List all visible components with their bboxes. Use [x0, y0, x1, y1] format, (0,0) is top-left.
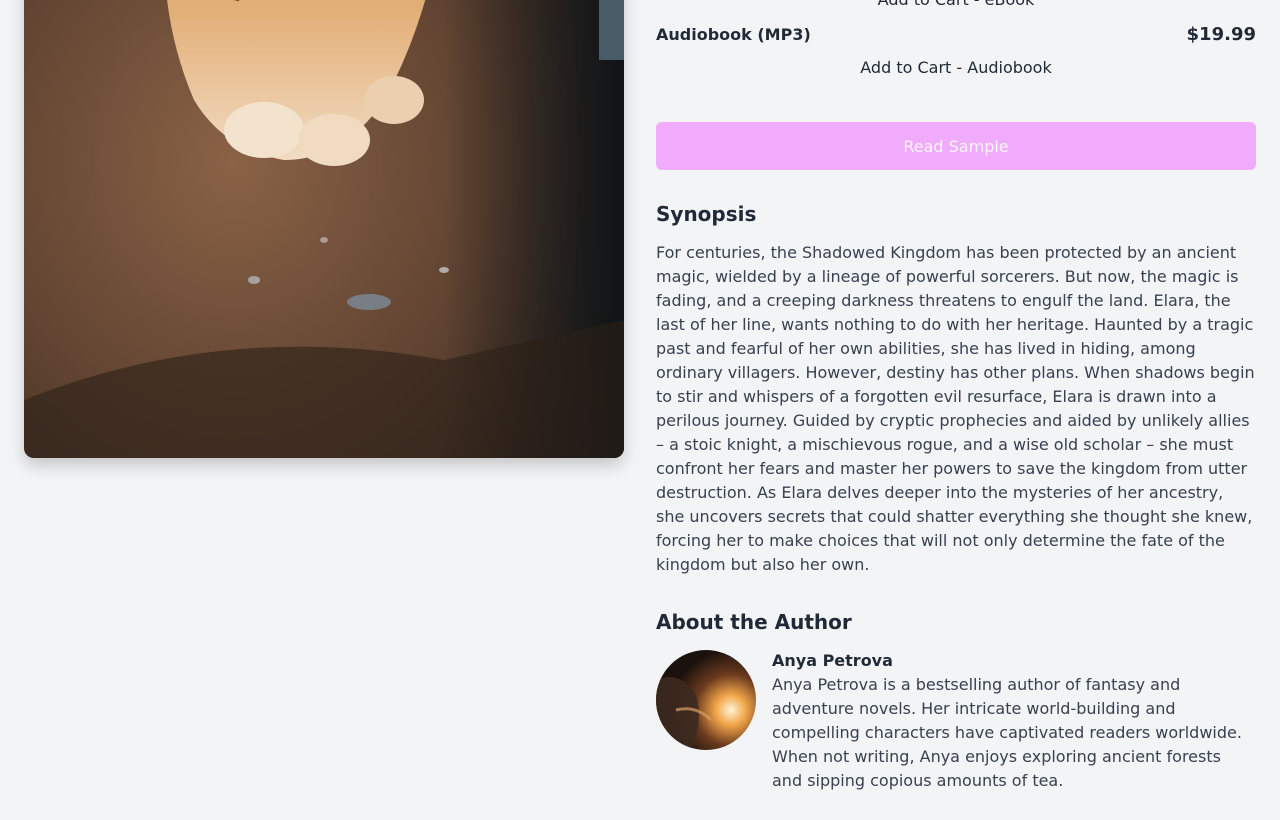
- author-info: Anya Petrova Anya Petrova is a bestselli…: [772, 649, 1252, 793]
- synopsis-text: For centuries, the Shadowed Kingdom has …: [656, 243, 1255, 574]
- read-sample-button[interactable]: Read Sample: [656, 122, 1256, 170]
- add-to-cart-ebook-button[interactable]: Add to Cart - eBook: [656, 0, 1256, 9]
- author-avatar: [656, 650, 756, 750]
- audiobook-format-label: Audiobook (MP3): [656, 25, 811, 44]
- author-name: Anya Petrova: [772, 651, 893, 670]
- add-to-cart-audiobook-button[interactable]: Add to Cart - Audiobook: [656, 58, 1256, 77]
- author-bio: Anya Petrova is a bestselling author of …: [772, 675, 1242, 790]
- book-cover-image: [24, 0, 624, 458]
- audiobook-format-row: Audiobook (MP3) $19.99: [656, 24, 1256, 45]
- about-author-heading: About the Author: [656, 610, 852, 634]
- synopsis-heading: Synopsis: [656, 202, 757, 226]
- audiobook-price: $19.99: [1186, 24, 1256, 45]
